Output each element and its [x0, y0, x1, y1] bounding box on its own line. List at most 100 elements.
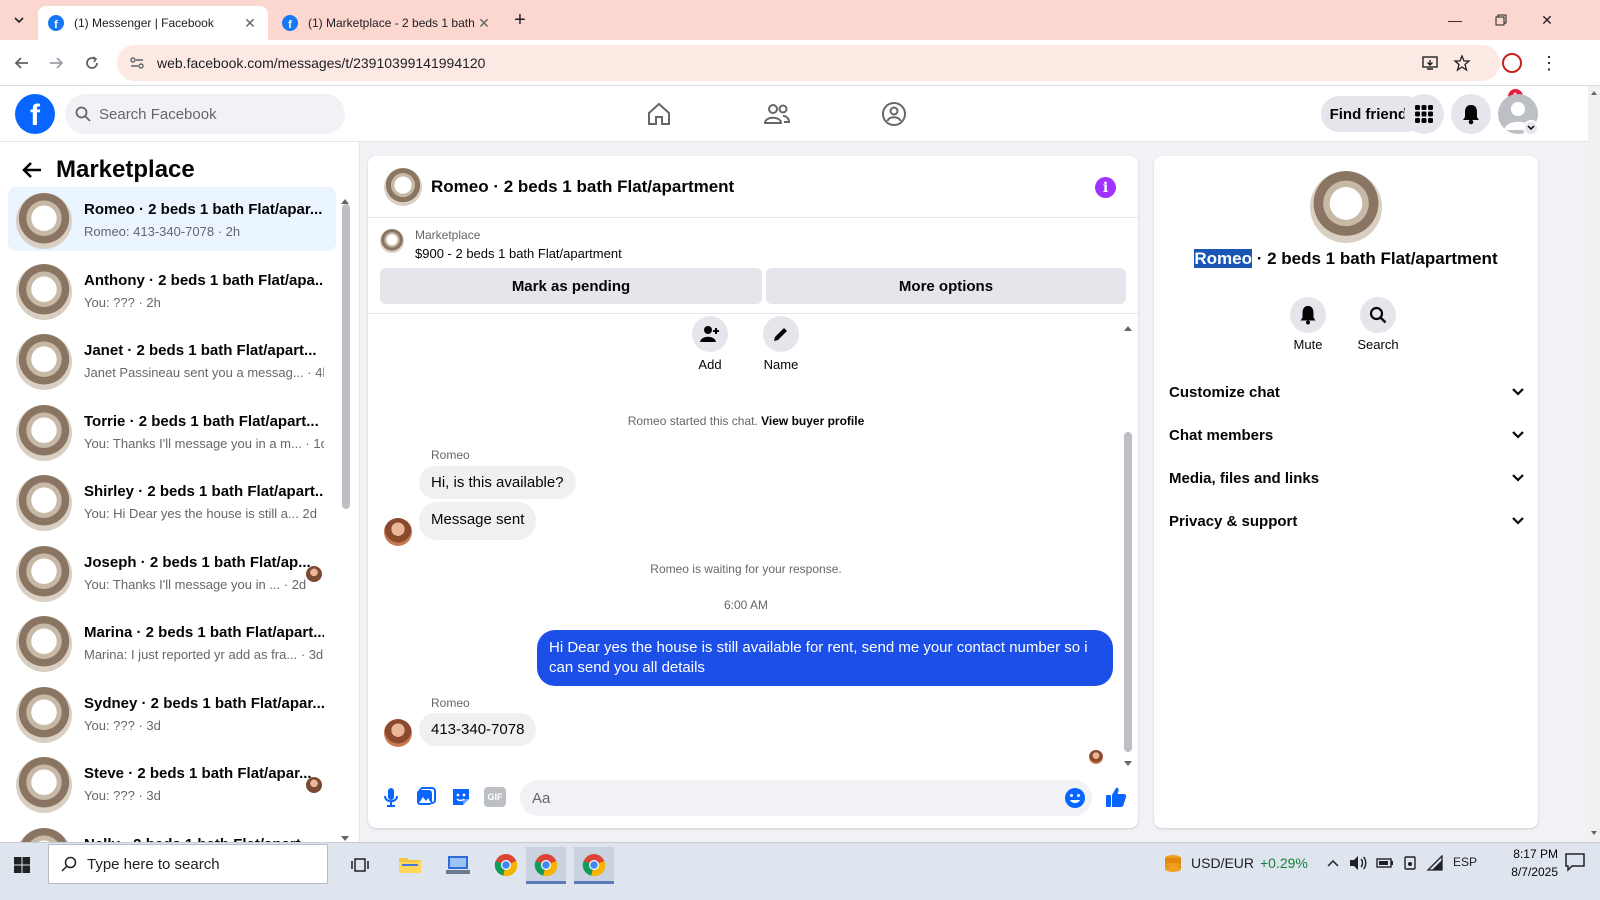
- voice-clip-button[interactable]: [380, 786, 402, 808]
- browser-tab-messenger[interactable]: f (1) Messenger | Facebook ✕: [38, 6, 268, 40]
- friends-nav-button[interactable]: [761, 98, 793, 130]
- back-button[interactable]: [8, 49, 36, 77]
- mute-button[interactable]: [1290, 297, 1326, 333]
- search-in-conversation-button[interactable]: [1360, 297, 1396, 333]
- media-files-links-section[interactable]: Media, files and links: [1169, 458, 1525, 498]
- pencil-icon: [774, 328, 787, 341]
- currency-pair[interactable]: USD/EUR: [1191, 855, 1254, 871]
- wifi-icon[interactable]: [1426, 854, 1444, 874]
- conversation-item[interactable]: Steve · 2 beds 1 bath Flat/apar... You: ?…: [8, 751, 336, 815]
- more-options-button[interactable]: More options: [766, 268, 1126, 304]
- chat-avatar[interactable]: [384, 168, 422, 206]
- chrome-taskbar-icon[interactable]: [486, 847, 526, 883]
- taskbar-search-input[interactable]: Type here to search: [48, 844, 328, 884]
- chat-scrollbar[interactable]: [1124, 432, 1132, 752]
- conversation-item[interactable]: Anthony · 2 beds 1 bath Flat/apa... You: …: [8, 258, 336, 322]
- scroll-up-arrow-icon[interactable]: [1590, 90, 1598, 96]
- close-window-button[interactable]: ✕: [1524, 0, 1570, 40]
- facebook-search-input[interactable]: Search Facebook: [65, 94, 345, 134]
- seen-receipt-avatar: [306, 777, 322, 793]
- minimize-button[interactable]: —: [1432, 0, 1478, 40]
- close-tab-icon[interactable]: ✕: [476, 15, 492, 32]
- emoji-icon[interactable]: [1064, 787, 1086, 809]
- page-scrollbar[interactable]: [1588, 86, 1600, 842]
- forward-button[interactable]: [42, 49, 70, 77]
- volume-icon[interactable]: [1349, 855, 1367, 874]
- menu-grid-button[interactable]: [1404, 94, 1444, 134]
- edit-name-button[interactable]: [763, 316, 799, 352]
- device-icon[interactable]: [1402, 855, 1418, 874]
- clock-time[interactable]: 8:17 PM: [1470, 847, 1558, 861]
- like-button[interactable]: [1104, 785, 1128, 809]
- scroll-down-arrow-icon[interactable]: [1590, 830, 1598, 836]
- restore-button[interactable]: [1478, 0, 1524, 40]
- conversation-item[interactable]: Shirley · 2 beds 1 bath Flat/apart... You…: [8, 469, 336, 533]
- chat-title[interactable]: Romeo · 2 beds 1 bath Flat/apartment: [431, 177, 734, 197]
- listing-thumbnail[interactable]: [380, 229, 404, 253]
- customize-chat-section[interactable]: Customize chat: [1169, 372, 1525, 412]
- install-app-icon[interactable]: [1421, 54, 1439, 72]
- conversation-snippet: You: ??? · 3d: [84, 717, 161, 733]
- notification-center-button[interactable]: [1564, 852, 1588, 874]
- bookmark-star-icon[interactable]: [1453, 54, 1471, 72]
- facebook-search-placeholder: Search Facebook: [99, 105, 217, 123]
- conversation-item[interactable]: Romeo · 2 beds 1 bath Flat/apar... Romeo:…: [8, 187, 336, 251]
- show-hidden-icons-chevron[interactable]: [1327, 855, 1339, 870]
- conversation-item[interactable]: Torrie · 2 beds 1 bath Flat/apart... You:…: [8, 399, 336, 463]
- home-nav-button[interactable]: [643, 98, 675, 130]
- groups-nav-button[interactable]: [878, 98, 910, 130]
- attach-photo-button[interactable]: [415, 786, 437, 808]
- listing-title[interactable]: $900 - 2 beds 1 bath Flat/apartment: [415, 246, 622, 261]
- conversation-info-button[interactable]: i: [1095, 177, 1116, 198]
- task-view-button[interactable]: [340, 847, 380, 883]
- conversation-item[interactable]: Janet · 2 beds 1 bath Flat/apart... Janet…: [8, 328, 336, 392]
- profile-icon[interactable]: [1502, 53, 1522, 73]
- conversation-item[interactable]: Joseph · 2 beds 1 bath Flat/ap... You: Th…: [8, 540, 336, 604]
- add-people-button[interactable]: [692, 316, 728, 352]
- privacy-support-section[interactable]: Privacy & support: [1169, 501, 1525, 541]
- incoming-message[interactable]: 413-340-7078: [419, 713, 537, 746]
- chat-scroll-down-arrow[interactable]: [1123, 755, 1133, 766]
- new-tab-button[interactable]: +: [508, 8, 532, 32]
- conversation-item[interactable]: Sydney · 2 beds 1 bath Flat/apar... You: …: [8, 681, 336, 745]
- conversation-item[interactable]: Marina · 2 beds 1 bath Flat/apart... Mari…: [8, 610, 336, 674]
- file-explorer-taskbar-icon[interactable]: [390, 847, 430, 883]
- sticker-button[interactable]: [450, 786, 472, 808]
- facebook-logo-icon[interactable]: f: [15, 94, 55, 134]
- currency-widget-icon[interactable]: [1162, 852, 1184, 874]
- browser-tab-marketplace[interactable]: f (1) Marketplace - 2 beds 1 bath ✕: [272, 6, 502, 40]
- sidebar-scrollbar[interactable]: [342, 204, 350, 509]
- scroll-up-arrow[interactable]: [340, 192, 350, 204]
- mark-as-pending-button[interactable]: Mark as pending: [380, 268, 762, 304]
- back-arrow-icon[interactable]: [20, 158, 44, 182]
- notifications-button[interactable]: [1451, 94, 1491, 134]
- incoming-message[interactable]: Message sent: [419, 502, 537, 540]
- browser-menu-icon[interactable]: ⋮: [1540, 52, 1558, 74]
- gif-button[interactable]: GIF: [484, 787, 506, 807]
- message-composer: GIF Aa: [368, 768, 1138, 828]
- chrome-profile-taskbar-icon[interactable]: [574, 847, 614, 883]
- bell-icon: [1463, 105, 1479, 125]
- sticker-icon: [453, 789, 469, 805]
- app-taskbar-icon[interactable]: [438, 847, 478, 883]
- incoming-message[interactable]: Hi, is this available?: [419, 466, 576, 499]
- sender-avatar[interactable]: [384, 518, 412, 546]
- details-avatar[interactable]: [1310, 171, 1382, 243]
- account-chevron-icon[interactable]: [1523, 120, 1539, 136]
- close-tab-icon[interactable]: ✕: [242, 15, 258, 32]
- view-buyer-profile-link[interactable]: View buyer profile: [761, 414, 864, 428]
- chat-members-section[interactable]: Chat members: [1169, 415, 1525, 455]
- scroll-down-arrow[interactable]: [340, 830, 350, 841]
- chrome-profile-taskbar-icon[interactable]: [526, 847, 566, 883]
- chat-scroll-up-arrow[interactable]: [1123, 319, 1133, 331]
- start-button[interactable]: [2, 847, 42, 883]
- tab-search-button[interactable]: [6, 8, 32, 32]
- message-input[interactable]: Aa: [520, 780, 1092, 816]
- sender-avatar[interactable]: [384, 719, 412, 747]
- clock-date[interactable]: 8/7/2025: [1470, 865, 1558, 879]
- reload-button[interactable]: [78, 49, 106, 77]
- url-input[interactable]: web.facebook.com/messages/t/239103991419…: [117, 45, 1500, 81]
- battery-icon[interactable]: [1376, 855, 1394, 874]
- site-settings-icon[interactable]: [129, 55, 145, 71]
- outgoing-message[interactable]: Hi Dear yes the house is still available…: [537, 630, 1113, 686]
